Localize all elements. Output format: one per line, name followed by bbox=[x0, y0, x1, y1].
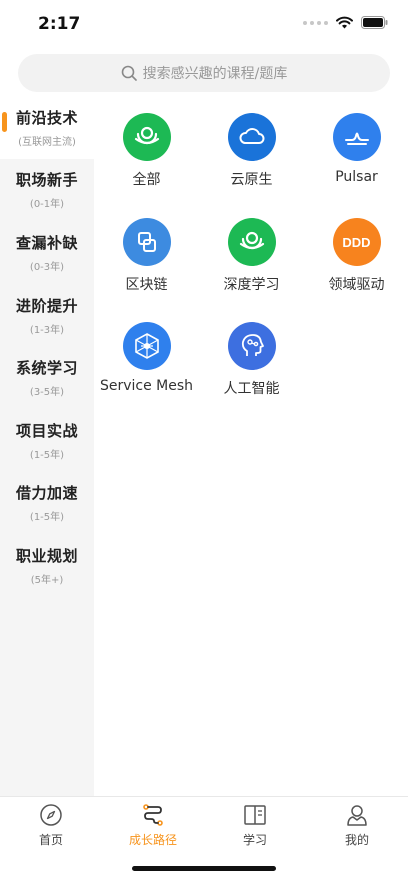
topic-pulsar[interactable]: Pulsar bbox=[304, 113, 408, 185]
topic-label: 领域驱动 bbox=[328, 277, 385, 293]
topic-label: 区块链 bbox=[125, 277, 168, 293]
wifi-icon bbox=[336, 16, 353, 29]
service-mesh-icon bbox=[122, 322, 171, 370]
sidebar-item-career[interactable]: 职业规划 (5年+) bbox=[0, 534, 94, 597]
sidebar-item-fill-gaps[interactable]: 查漏补缺 (0-3年) bbox=[0, 221, 94, 284]
sidebar-item-title: 借力加速 bbox=[15, 484, 78, 503]
home-indicator[interactable] bbox=[132, 866, 276, 871]
topic-label: 云原生 bbox=[230, 172, 273, 188]
tab-label: 成长路径 bbox=[128, 833, 177, 847]
sidebar-item-title: 查漏补缺 bbox=[15, 233, 78, 252]
bottom-tab-bar: 首页 成长路径 学习 我的 bbox=[0, 796, 408, 854]
category-sidebar: 前沿技术 (互联网主流) 职场新手 (0-1年) 查漏补缺 (0-3年) 进阶提… bbox=[0, 96, 94, 796]
sidebar-item-subtitle: (0-1年) bbox=[29, 199, 65, 211]
ddd-badge-text: DDD bbox=[342, 234, 371, 250]
sidebar-item-title: 职场新手 bbox=[15, 171, 78, 190]
topic-label: Pulsar bbox=[335, 169, 378, 185]
tab-profile[interactable]: 我的 bbox=[306, 797, 408, 854]
path-icon bbox=[143, 804, 163, 826]
sidebar-item-subtitle: (0-3年) bbox=[29, 261, 65, 273]
sidebar-item-accelerate[interactable]: 借力加速 (1-5年) bbox=[0, 472, 94, 535]
sidebar-item-title: 职业规划 bbox=[15, 546, 78, 565]
tab-growth-path[interactable]: 成长路径 bbox=[102, 797, 204, 854]
search-icon bbox=[121, 65, 137, 81]
active-indicator bbox=[2, 112, 7, 132]
sidebar-item-subtitle: (1-3年) bbox=[29, 324, 65, 336]
search-placeholder: 搜索感兴趣的课程/题库 bbox=[142, 66, 288, 82]
user-icon bbox=[347, 805, 367, 826]
sidebar-item-title: 前沿技术 bbox=[15, 108, 78, 127]
sidebar-item-frontier-tech[interactable]: 前沿技术 (互联网主流) bbox=[0, 96, 94, 159]
battery-icon bbox=[361, 16, 388, 29]
tab-label: 学习 bbox=[242, 833, 267, 847]
status-bar: 2:17 bbox=[0, 0, 408, 50]
sidebar-item-title: 项目实战 bbox=[15, 421, 78, 440]
search-bar[interactable]: 搜索感兴趣的课程/题库 bbox=[18, 54, 390, 92]
topic-all[interactable]: 全部 bbox=[94, 113, 199, 189]
topic-label: 人工智能 bbox=[223, 381, 280, 397]
topic-deep-learning[interactable]: 深度学习 bbox=[199, 218, 304, 294]
tab-study[interactable]: 学习 bbox=[204, 797, 306, 854]
sidebar-item-advanced[interactable]: 进阶提升 (1-3年) bbox=[0, 284, 94, 347]
status-time: 2:17 bbox=[38, 14, 81, 34]
deep-learning-icon bbox=[227, 218, 276, 266]
topic-cloud-native[interactable]: 云原生 bbox=[199, 113, 304, 189]
topic-label: 深度学习 bbox=[223, 277, 280, 293]
sidebar-item-subtitle: (互联网主流) bbox=[18, 136, 76, 148]
compass-icon bbox=[40, 804, 62, 826]
blockchain-icon bbox=[122, 218, 171, 266]
sidebar-item-workplace-newbie[interactable]: 职场新手 (0-1年) bbox=[0, 159, 94, 222]
ai-head-icon bbox=[227, 322, 276, 370]
signal-icon bbox=[303, 20, 328, 25]
pulsar-icon bbox=[332, 113, 381, 161]
ddd-icon: DDD bbox=[332, 218, 381, 266]
topic-service-mesh[interactable]: Service Mesh bbox=[94, 322, 199, 394]
layers-icon bbox=[122, 113, 171, 161]
sidebar-item-projects[interactable]: 项目实战 (1-5年) bbox=[0, 409, 94, 472]
topic-label: Service Mesh bbox=[99, 378, 194, 394]
sidebar-item-subtitle: (1-5年) bbox=[29, 449, 65, 461]
tab-label: 首页 bbox=[38, 833, 63, 847]
sidebar-item-title: 进阶提升 bbox=[15, 296, 78, 315]
tab-label: 我的 bbox=[344, 833, 369, 847]
sidebar-item-title: 系统学习 bbox=[15, 359, 78, 378]
sidebar-item-subtitle: (1-5年) bbox=[29, 512, 65, 524]
sidebar-item-subtitle: (5年+) bbox=[30, 574, 64, 586]
cloud-icon bbox=[227, 113, 276, 161]
topic-ddd[interactable]: DDD 领域驱动 bbox=[304, 218, 408, 294]
sidebar-item-systematic[interactable]: 系统学习 (3-5年) bbox=[0, 346, 94, 409]
status-indicators bbox=[303, 16, 388, 29]
topic-blockchain[interactable]: 区块链 bbox=[94, 218, 199, 294]
book-icon bbox=[244, 805, 266, 825]
sidebar-item-subtitle: (3-5年) bbox=[29, 387, 65, 399]
topic-ai[interactable]: 人工智能 bbox=[199, 322, 304, 398]
topic-label: 全部 bbox=[132, 172, 161, 188]
tab-home[interactable]: 首页 bbox=[0, 797, 102, 854]
